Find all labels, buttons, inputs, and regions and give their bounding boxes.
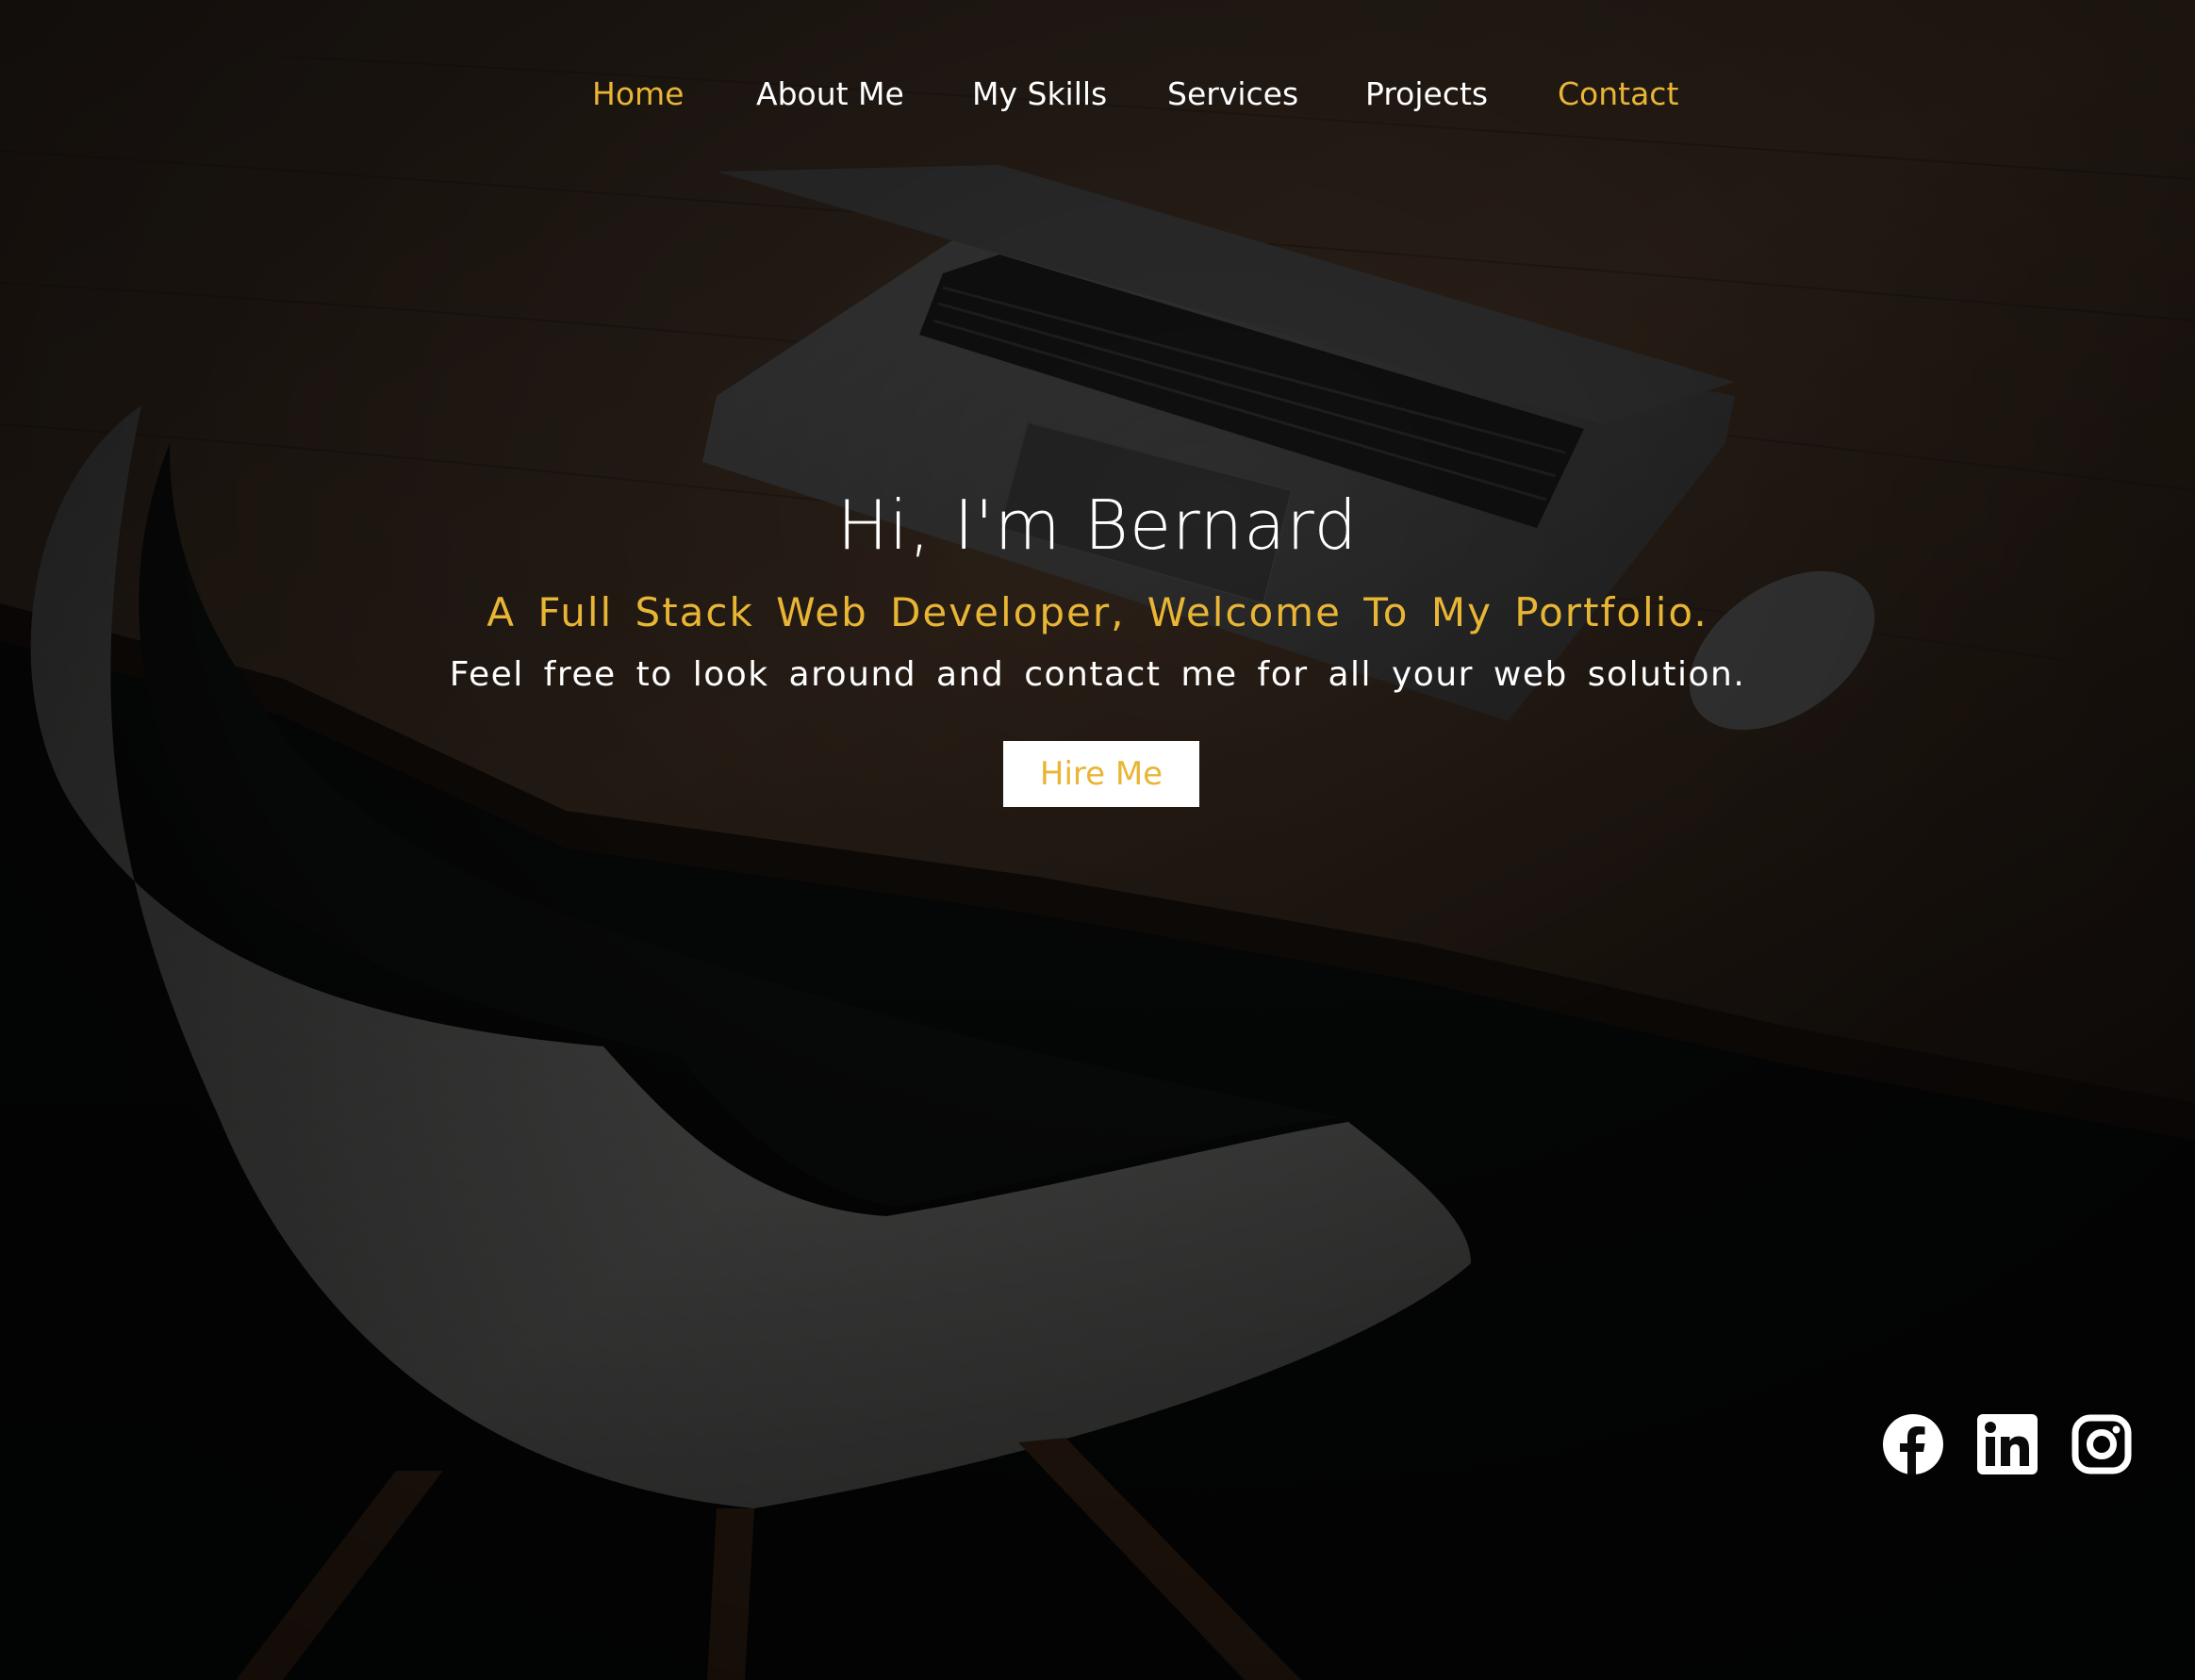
nav-item-about-me[interactable]: About Me xyxy=(756,75,904,112)
nav-item-contact[interactable]: Contact xyxy=(1558,75,1678,112)
main-nav: Home About Me My Skills Services Project… xyxy=(0,75,2195,123)
facebook-link[interactable] xyxy=(1881,1412,1945,1476)
nav-item-projects[interactable]: Projects xyxy=(1365,75,1488,112)
linkedin-icon xyxy=(1977,1414,2038,1474)
portfolio-page: Home About Me My Skills Services Project… xyxy=(0,0,2195,1680)
instagram-icon xyxy=(2071,1414,2132,1474)
nav-item-services[interactable]: Services xyxy=(1167,75,1298,112)
hero-background-image xyxy=(0,0,2195,1680)
hero-title: Hi, I'm Bernard xyxy=(836,486,1359,565)
hero-description: Feel free to look around and contact me … xyxy=(449,655,1746,694)
instagram-link[interactable] xyxy=(2070,1412,2134,1476)
linkedin-link[interactable] xyxy=(1975,1412,2039,1476)
hire-me-button[interactable]: Hire Me xyxy=(1003,741,1199,807)
facebook-icon xyxy=(1883,1414,1943,1474)
nav-item-home[interactable]: Home xyxy=(592,75,684,112)
hero-subtitle: A Full Stack Web Developer, Welcome To M… xyxy=(487,589,1708,635)
nav-item-my-skills[interactable]: My Skills xyxy=(972,75,1107,112)
